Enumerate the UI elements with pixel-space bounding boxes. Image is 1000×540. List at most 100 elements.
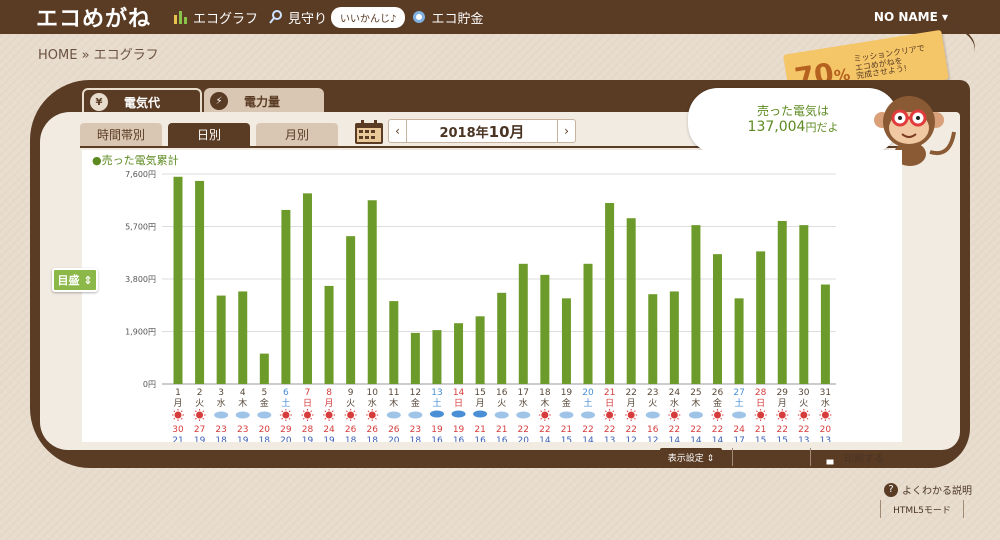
low-temp: 18: [259, 436, 271, 442]
display-settings-button[interactable]: 表示設定 ⇕: [660, 448, 722, 466]
calendar-icon[interactable]: [354, 119, 384, 145]
cloud-icon: [645, 411, 660, 419]
sun-ray: [324, 417, 327, 420]
high-temp: 20: [820, 425, 832, 435]
prev-month-button[interactable]: ‹: [389, 120, 407, 142]
x-tick-label: 26: [712, 388, 724, 398]
x-tick-label: 13: [431, 388, 442, 398]
high-temp: 23: [237, 425, 248, 435]
bar: [669, 291, 679, 384]
print-label: 印刷する: [844, 454, 884, 465]
sun-icon: [778, 411, 786, 419]
low-temp: 16: [474, 436, 486, 442]
sun-ray: [806, 410, 809, 413]
x-tick-label: 15: [474, 388, 485, 398]
low-temp: 13: [604, 436, 615, 442]
sun-ray: [777, 417, 780, 420]
y-tick-label: 0円: [143, 380, 156, 389]
speech-bubble: 売った電気は 137,004円だよ: [688, 88, 898, 154]
daily-sales-bar-chart: 0円1,900円3,800円5,700円7,600円1月30212火27193水…: [125, 170, 836, 442]
subtab-monthly[interactable]: 月別: [256, 123, 338, 146]
help-link[interactable]: ? よくわかる説明: [884, 482, 972, 497]
sun-icon: [606, 411, 614, 419]
sun-ray: [547, 417, 550, 420]
print-button[interactable]: 印刷する: [822, 450, 884, 465]
sun-icon: [670, 411, 678, 419]
bar: [281, 209, 291, 384]
low-temp: 18: [215, 436, 227, 442]
low-temp: 21: [172, 436, 183, 442]
weekday-label: 日: [303, 398, 312, 409]
x-tick-label: 3: [218, 388, 224, 398]
x-tick-label: 19: [561, 388, 573, 398]
sun-ray: [331, 417, 334, 420]
current-month-label: 2018年10月: [439, 122, 525, 141]
high-temp: 29: [280, 425, 292, 435]
yen-icon: ¥: [90, 93, 108, 111]
weekday-label: 火: [195, 398, 204, 409]
low-temp: 18: [366, 436, 378, 442]
sun-ray: [677, 417, 679, 420]
sun-ray: [346, 417, 348, 420]
high-temp: 19: [453, 425, 465, 435]
tab-electricity-power[interactable]: ⚡ 電力量: [204, 88, 324, 114]
x-tick-label: 21: [604, 388, 615, 398]
sun-ray: [173, 410, 176, 413]
y-tick-label: 7,600円: [125, 170, 156, 179]
next-month-button[interactable]: ›: [557, 120, 575, 142]
x-tick-label: 2: [197, 388, 203, 398]
subtab-daily[interactable]: 日別: [168, 123, 250, 146]
tab-electricity-cost[interactable]: ¥ 電気代: [82, 88, 202, 114]
low-temp: 14: [582, 436, 594, 442]
low-temp: 14: [669, 436, 681, 442]
x-tick-label: 18: [539, 388, 551, 398]
sun-icon: [303, 411, 311, 419]
weekday-label: 日: [605, 398, 614, 409]
sun-ray: [194, 417, 197, 420]
subtab-hourly[interactable]: 時間帯別: [80, 123, 162, 146]
mood-bubble: いいかんじ♪: [331, 6, 406, 28]
high-temp: 22: [798, 425, 809, 435]
sun-ray: [281, 417, 284, 420]
low-temp: 20: [280, 436, 292, 442]
weekday-label: 金: [562, 397, 571, 409]
nav-eco-savings[interactable]: エコ貯金: [411, 8, 483, 27]
low-temp: 16: [453, 436, 465, 442]
nav-mimamori[interactable]: 見守り: [268, 8, 327, 27]
sun-ray: [540, 417, 543, 420]
nav-ecograph-label: エコグラフ: [193, 11, 259, 27]
scale-button[interactable]: 目盛 ⇕: [52, 268, 98, 292]
sun-ray: [828, 410, 830, 413]
sun-ray: [310, 417, 313, 420]
weekday-label: 木: [691, 397, 700, 409]
sun-ray: [605, 410, 607, 413]
sun-ray: [346, 410, 348, 413]
cloud-icon: [516, 411, 531, 419]
sun-ray: [785, 410, 787, 413]
x-tick-label: 20: [582, 388, 594, 398]
sun-ray: [547, 410, 550, 413]
x-tick-label: 9: [348, 388, 354, 398]
sun-ray: [634, 417, 636, 420]
sun-icon: [368, 411, 376, 419]
high-temp: 16: [647, 425, 659, 435]
cloud-icon: [235, 411, 250, 419]
user-menu[interactable]: NO NAME ▾: [874, 10, 948, 24]
nav-ecograph[interactable]: エコグラフ: [173, 8, 258, 27]
x-tick-label: 1: [175, 388, 181, 398]
question-icon: ?: [884, 482, 898, 497]
y-tick-label: 5,700円: [125, 223, 156, 232]
app-logo[interactable]: エコめがね: [36, 1, 151, 33]
x-tick-label: 24: [669, 388, 681, 398]
low-temp: 14: [690, 436, 702, 442]
high-temp: 22: [604, 425, 615, 435]
bar: [302, 193, 312, 384]
high-temp: 26: [388, 425, 400, 435]
sun-ray: [180, 410, 183, 413]
x-tick-label: 12: [410, 388, 421, 398]
bar: [626, 218, 636, 384]
weekday-label: 土: [584, 397, 593, 409]
sun-ray: [785, 417, 787, 420]
weekday-label: 火: [799, 398, 808, 409]
html5-mode-link[interactable]: HTML5モード: [880, 500, 964, 518]
